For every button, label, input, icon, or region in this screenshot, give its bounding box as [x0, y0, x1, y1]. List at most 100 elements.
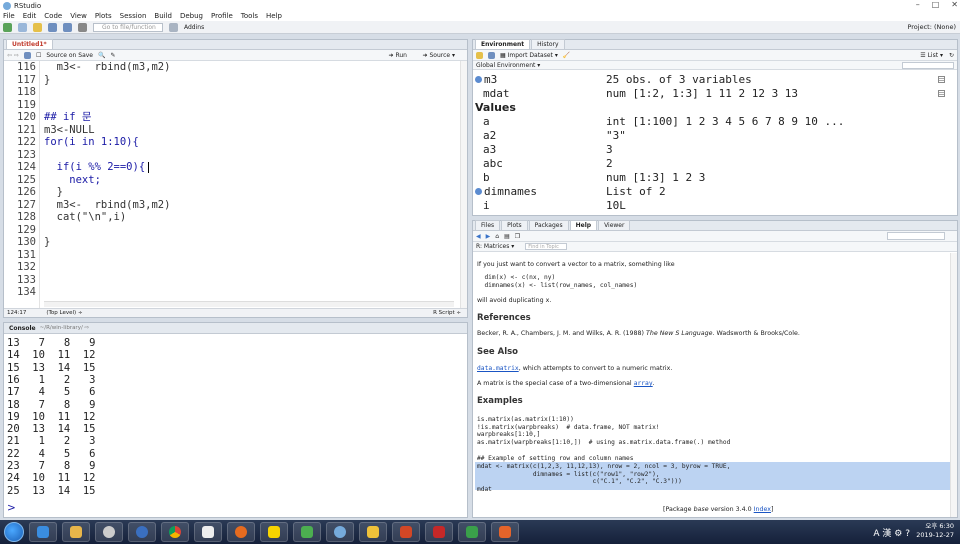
taskbar-kakaotalk-icon[interactable] — [260, 522, 288, 542]
taskbar-app-icon[interactable] — [194, 522, 222, 542]
tab-viewer[interactable]: Viewer — [598, 220, 631, 230]
save-all-icon[interactable] — [63, 22, 72, 32]
taskbar-app-green-icon[interactable] — [293, 522, 321, 542]
start-button-icon[interactable] — [4, 522, 24, 542]
tab-help[interactable]: Help — [569, 220, 598, 230]
project-menu[interactable]: Project: (None) — [907, 23, 956, 31]
environment-section-header[interactable]: Values — [473, 101, 949, 115]
help-back-icon[interactable]: ◀ — [476, 233, 481, 240]
save-workspace-icon[interactable] — [488, 51, 495, 59]
code-line[interactable]: for(i in 1:10){ — [44, 136, 139, 149]
taskbar-powerpoint-icon[interactable] — [392, 522, 420, 542]
expand-icon[interactable] — [475, 188, 482, 195]
code-line[interactable]: m3<- rbind(m3,m2) — [44, 61, 171, 74]
code-line[interactable]: next; — [44, 174, 101, 187]
open-file-icon[interactable] — [33, 22, 42, 32]
menu-plots[interactable]: Plots — [95, 12, 112, 20]
code-line[interactable]: m3<- rbind(m3,m2) — [44, 199, 171, 212]
expand-icon[interactable] — [475, 76, 482, 83]
menu-profile[interactable]: Profile — [211, 12, 233, 20]
code-line[interactable]: m3<-NULL — [44, 124, 95, 137]
goto-file-input[interactable]: Go to file/function — [93, 22, 163, 32]
tab-untitled1[interactable]: Untitled1* — [6, 39, 53, 49]
menu-view[interactable]: View — [70, 12, 87, 20]
environment-row[interactable]: abc 2 — [473, 157, 949, 171]
taskbar-app-c-green-icon[interactable] — [458, 522, 486, 542]
source-button[interactable]: ➜ Source ▾ — [423, 52, 455, 59]
taskbar-pdf-icon[interactable] — [425, 522, 453, 542]
menu-edit[interactable]: Edit — [23, 12, 37, 20]
console-title[interactable]: Console — [9, 325, 36, 332]
console-prompt[interactable]: > — [7, 502, 16, 514]
taskbar-app-yellow-icon[interactable] — [359, 522, 387, 542]
refresh-icon[interactable]: ↻ — [949, 52, 954, 59]
home-icon[interactable]: ⌂ — [495, 233, 499, 240]
help-vertical-scrollbar[interactable] — [950, 253, 957, 517]
menu-build[interactable]: Build — [154, 12, 172, 20]
print-help-icon[interactable]: ▤ — [504, 233, 510, 240]
tab-files[interactable]: Files — [475, 220, 501, 230]
file-type-selector[interactable]: R Script ÷ — [433, 310, 461, 316]
scope-selector[interactable]: (Top Level) ÷ — [46, 310, 82, 316]
taskbar-chrome-icon[interactable] — [161, 522, 189, 542]
new-file-icon[interactable] — [3, 22, 12, 32]
menu-file[interactable]: File — [3, 12, 15, 20]
grid-icon[interactable] — [169, 22, 178, 32]
environment-search-input[interactable] — [902, 61, 954, 69]
code-line[interactable]: } — [44, 74, 50, 87]
environment-row[interactable]: a int [1:100] 1 2 3 4 5 6 7 8 9 10 ... — [473, 115, 949, 129]
open-window-icon[interactable]: ❐ — [515, 233, 520, 240]
import-dataset-button[interactable]: ▦ Import Dataset ▾ — [500, 52, 558, 59]
addins-menu[interactable]: Addins — [184, 24, 204, 31]
environment-row[interactable]: i 10L — [473, 199, 949, 213]
data-matrix-link[interactable]: data.matrix — [477, 365, 519, 372]
index-link[interactable]: Index — [754, 506, 771, 513]
editor-horizontal-scrollbar[interactable] — [44, 301, 454, 307]
code-line[interactable]: if(i %% 2==0){ — [44, 161, 146, 174]
taskbar-firefox-icon[interactable] — [227, 522, 255, 542]
environment-row[interactable]: a3 3 — [473, 143, 949, 157]
help-search-input[interactable] — [887, 232, 945, 240]
code-line[interactable]: cat("\n",i) — [44, 211, 127, 224]
environment-row[interactable]: a2 "3" — [473, 129, 949, 143]
taskbar-rstudio-icon[interactable] — [326, 522, 354, 542]
tab-packages[interactable]: Packages — [528, 220, 569, 230]
save-icon[interactable] — [48, 22, 57, 32]
list-view-button[interactable]: ☰ List ▾ — [920, 52, 943, 59]
menu-debug[interactable]: Debug — [180, 12, 203, 20]
find-in-topic-input[interactable]: Find in Topic — [525, 243, 568, 250]
view-data-icon[interactable] — [938, 90, 945, 97]
taskbar-app-s-icon[interactable] — [128, 522, 156, 542]
save-file-icon[interactable] — [23, 51, 31, 59]
tab-environment[interactable]: Environment — [475, 39, 531, 49]
view-data-icon[interactable] — [938, 76, 945, 83]
maximize-icon[interactable]: □ — [932, 0, 940, 9]
minimize-icon[interactable]: – — [916, 0, 920, 9]
code-line[interactable]: } — [44, 236, 50, 249]
back-arrow-icon[interactable]: ⇦ ⇨ — [7, 52, 19, 59]
code-line[interactable]: ## if 문 — [44, 111, 92, 124]
run-button[interactable]: ➜ Run — [389, 52, 407, 59]
tab-history[interactable]: History — [531, 39, 565, 49]
environment-row[interactable]: dimnames List of 2 — [473, 185, 949, 199]
taskbar-media-icon[interactable] — [95, 522, 123, 542]
working-directory[interactable]: ~/R/win-library/ ⇨ — [40, 325, 90, 331]
source-on-save-checkbox[interactable]: ☐ — [36, 52, 41, 59]
editor-vertical-scrollbar[interactable] — [460, 61, 467, 309]
menu-help[interactable]: Help — [266, 12, 282, 20]
code-line[interactable]: } — [44, 186, 63, 199]
wand-icon[interactable]: ✎ — [110, 52, 115, 59]
taskbar-explorer-icon[interactable] — [62, 522, 90, 542]
environment-row[interactable]: b num [1:3] 1 2 3 — [473, 171, 949, 185]
help-topic-dropdown[interactable]: R: Matrices ▾ — [476, 243, 514, 250]
menu-tools[interactable]: Tools — [241, 12, 258, 20]
new-project-icon[interactable] — [18, 22, 27, 32]
tab-plots[interactable]: Plots — [501, 220, 528, 230]
search-icon[interactable]: 🔍 — [98, 52, 105, 59]
broom-icon[interactable]: 🧹 — [563, 52, 570, 59]
scope-dropdown[interactable]: Global Environment ▾ — [476, 62, 540, 69]
close-icon[interactable]: ✕ — [951, 0, 958, 9]
environment-row[interactable]: mdat num [1:2, 1:3] 1 11 2 12 3 13 — [473, 87, 949, 101]
environment-row[interactable]: m3 25 obs. of 3 variables — [473, 73, 949, 87]
examples-code-mdat[interactable]: mdat <- matrix(c(1,2,3, 11,12,13), nrow … — [477, 463, 730, 494]
